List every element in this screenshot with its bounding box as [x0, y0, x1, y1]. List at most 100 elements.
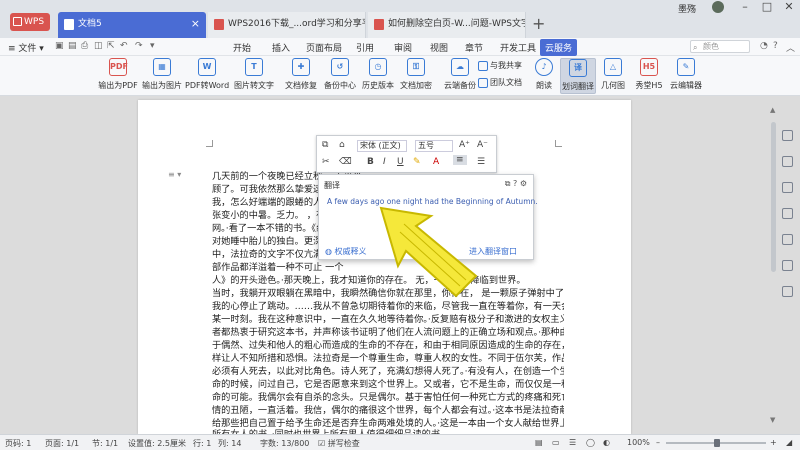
close-tab-icon[interactable]: × — [191, 12, 200, 36]
menu-reference[interactable]: 引用 — [356, 41, 374, 54]
search-icon: ⌕ — [693, 43, 698, 52]
side-tool-6-icon[interactable] — [782, 260, 793, 271]
zoom-slider-handle[interactable] — [714, 439, 720, 447]
side-tool-4-icon[interactable] — [782, 208, 793, 219]
document-icon — [64, 19, 74, 30]
search-placeholder: 颜色 — [703, 42, 719, 51]
zoom-level[interactable]: 100% — [627, 438, 650, 447]
menu-page-layout[interactable]: 页面布局 — [306, 41, 342, 54]
user-name[interactable]: 墨殇 — [678, 2, 696, 15]
tab-wps-home[interactable]: WPS — [10, 13, 50, 31]
backup-center-button[interactable]: ↺ 备份中心 — [322, 58, 358, 91]
close-window-icon[interactable]: ✕ — [779, 0, 799, 13]
show-h5-button[interactable]: H5 秀堂H5 — [632, 58, 666, 91]
font-size-select[interactable]: 五号 — [415, 140, 453, 152]
side-tool-2-icon[interactable] — [782, 156, 793, 167]
eraser-icon[interactable]: ⌫ — [339, 157, 352, 167]
search-input[interactable]: ⌕ 颜色 — [690, 40, 750, 53]
scroll-up-icon[interactable]: ▲ — [770, 106, 775, 114]
cut-icon[interactable]: ✂ — [322, 157, 330, 167]
button-label: PDF转Word — [185, 81, 230, 90]
tab-web-wps2016[interactable]: WPS2016下载_...ord学习和分享平台 — [208, 12, 366, 38]
history-version-button[interactable]: ◷ 历史版本 — [360, 58, 396, 91]
cloud-editor-button[interactable]: ✎ 云编辑器 — [668, 58, 704, 91]
shared-with-me-button[interactable]: 与我共享 — [478, 60, 522, 71]
image-to-text-button[interactable]: T 图片转文字 — [233, 58, 275, 91]
save-icon[interactable]: ▣ — [55, 41, 64, 51]
menu-insert[interactable]: 插入 — [272, 41, 290, 54]
document-encrypt-button[interactable]: ⚿ 文档加密 — [398, 58, 434, 91]
authoritative-definition-link[interactable]: ◍ 权威释义 — [325, 246, 367, 257]
file-menu[interactable]: ≡ 文件 ▾ — [8, 41, 44, 54]
gear-icon[interactable]: ⚙ — [520, 179, 527, 188]
folder-icon[interactable]: ▤ — [68, 41, 77, 51]
side-tool-1-icon[interactable] — [782, 130, 793, 141]
font-color-icon[interactable]: A — [433, 157, 439, 167]
help-icon[interactable]: ? — [513, 179, 517, 188]
tab-document5[interactable]: 文档5 × — [58, 12, 206, 38]
side-tool-3-icon[interactable] — [782, 182, 793, 193]
underline-icon[interactable]: U — [397, 157, 404, 167]
scroll-down-icon[interactable]: ▼ — [770, 416, 775, 424]
team-docs-button[interactable]: 团队文档 — [478, 77, 522, 88]
view-focus-icon[interactable]: ◐ — [603, 438, 610, 447]
align-icon[interactable]: ≡ — [453, 155, 467, 165]
zoom-out-icon[interactable]: – — [656, 438, 660, 447]
pdf-to-word-button[interactable]: W PDF转Word — [185, 58, 229, 91]
highlight-icon[interactable]: ✎ — [413, 157, 421, 167]
avatar[interactable] — [712, 1, 724, 13]
wps-page-icon — [374, 19, 384, 30]
maximize-icon[interactable]: □ — [757, 0, 777, 13]
italic-icon[interactable]: I — [383, 157, 386, 167]
side-tool-7-icon[interactable] — [782, 286, 793, 297]
grow-font-icon[interactable]: A⁺ — [459, 140, 470, 150]
redo-icon[interactable]: ↷ — [135, 41, 143, 51]
menu-cloud-service[interactable]: 云服务 — [540, 39, 578, 56]
export-image-button[interactable]: ▦ 输出为图片 — [140, 58, 184, 91]
view-read-icon[interactable]: ▭ — [552, 438, 560, 447]
word-translate-button[interactable]: 译 划词翻译 — [560, 58, 596, 94]
vertical-scrollbar[interactable]: ▲ ▼ — [770, 106, 778, 434]
view-outline-icon[interactable]: ☰ — [569, 438, 576, 447]
help-icon[interactable]: ? — [773, 41, 778, 51]
list-icon[interactable]: ☰ — [477, 157, 485, 167]
export-pdf-button[interactable]: PDF 输出为PDF — [98, 58, 138, 91]
menu-chapter[interactable]: 章节 — [465, 41, 483, 54]
undo-icon[interactable]: ↶ — [120, 41, 128, 51]
preview-icon[interactable]: ◫ — [94, 41, 103, 51]
view-page-icon[interactable]: ▤ — [535, 438, 543, 447]
copy-icon[interactable]: ⧉ — [322, 140, 328, 150]
copy-icon[interactable]: ⧉ — [505, 179, 511, 188]
skin-icon[interactable]: ◔ — [760, 41, 768, 51]
collapse-ribbon-icon[interactable]: ︿ — [786, 41, 795, 54]
side-tool-5-icon[interactable] — [782, 234, 793, 245]
more-icon[interactable]: ▾ — [150, 41, 155, 51]
print-icon[interactable]: ⎙ — [81, 41, 88, 51]
shrink-font-icon[interactable]: A⁻ — [477, 140, 488, 150]
view-web-icon[interactable]: ◯ — [586, 438, 595, 447]
format-painter-icon[interactable]: ⌂ — [339, 140, 345, 150]
geometry-button[interactable]: △ 几何图 — [598, 58, 628, 91]
menu-start[interactable]: 开始 — [233, 41, 251, 54]
cloud-backup-button[interactable]: ☁ 云端备份 — [442, 58, 478, 91]
button-label: 划词翻译 — [562, 82, 594, 91]
paragraph-handle-icon[interactable]: ≡ ▾ — [168, 170, 181, 179]
tab-web-delete-blank-page[interactable]: 如何删除空白页-W...问题-WPS文字- — [368, 12, 526, 38]
doc-line: 必须有人死去，以此对比角色。诗人死了，充满幻想得人死了。·有没有人，在创造一个生 — [212, 366, 564, 377]
geometry-icon: △ — [604, 58, 622, 76]
font-family-select[interactable]: 宋体 (正文) — [357, 140, 407, 152]
read-aloud-button[interactable]: ♪ 朗读 — [530, 58, 558, 91]
team-label: 团队文档 — [490, 78, 522, 87]
new-tab-icon[interactable]: + — [532, 14, 545, 33]
document-repair-button[interactable]: ✚ 文档修复 — [283, 58, 319, 91]
menu-review[interactable]: 审阅 — [394, 41, 412, 54]
export-icon[interactable]: ⇱ — [107, 41, 115, 51]
status-section: 节: 1/1 — [92, 439, 119, 448]
menu-developer[interactable]: 开发工具 — [500, 41, 536, 54]
scrollbar-thumb[interactable] — [771, 122, 776, 272]
spellcheck-button[interactable]: ☑ 拼写检查 — [318, 438, 360, 449]
minimize-icon[interactable]: – — [735, 0, 755, 13]
bold-icon[interactable]: B — [367, 157, 374, 167]
menu-view[interactable]: 视图 — [430, 41, 448, 54]
zoom-in-icon[interactable]: + — [770, 438, 777, 447]
